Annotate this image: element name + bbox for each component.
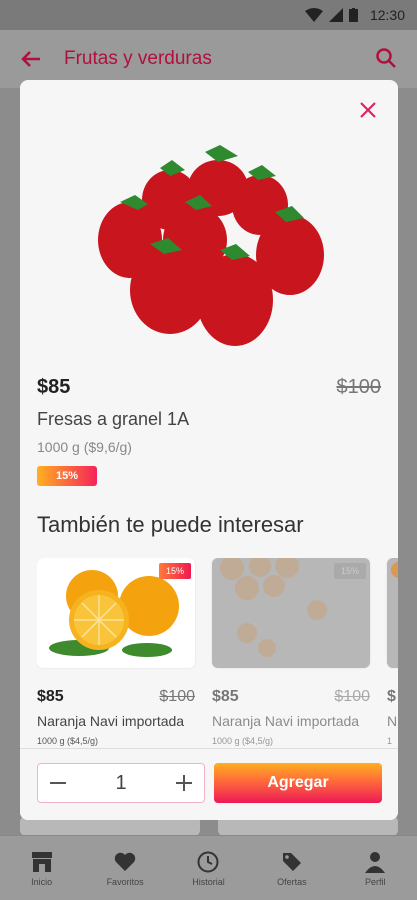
price-row: $ — [387, 688, 398, 706]
minus-icon — [50, 782, 66, 784]
discount-badge: 15% — [37, 466, 97, 486]
discount-badge: 15% — [334, 563, 366, 579]
wifi-icon — [304, 8, 323, 22]
current-price: $ — [387, 688, 396, 705]
nav-label: Inicio — [31, 876, 53, 887]
nav-item-historial[interactable]: Historial — [173, 850, 243, 887]
nav-item-perfil[interactable]: Perfil — [340, 850, 410, 887]
product-name: Naranja Navi importada — [37, 713, 185, 729]
nav-label: Favoritos — [106, 876, 144, 887]
nav-item-favoritos[interactable]: Favoritos — [90, 850, 160, 887]
plus-icon — [176, 775, 192, 791]
decrease-button[interactable] — [48, 773, 68, 793]
add-to-cart-button[interactable]: Agregar — [214, 763, 382, 803]
original-price: $100 — [334, 688, 370, 705]
price-row: $85 $100 — [212, 688, 370, 706]
back-arrow-icon[interactable] — [20, 48, 42, 70]
person-icon — [365, 851, 386, 873]
product-weight: 1 — [387, 736, 393, 746]
nav-item-ofertas[interactable]: Ofertas — [257, 850, 327, 887]
product-name: N — [387, 713, 398, 729]
page-title: Frutas y verduras — [64, 48, 212, 69]
tag-icon — [282, 852, 301, 871]
nav-label: Historial — [192, 876, 225, 887]
original-price: $100 — [336, 376, 382, 398]
discount-badge: 15% — [159, 563, 191, 579]
product-name: Fresas a granel 1A — [37, 409, 190, 429]
price-row: $85 $100 — [37, 688, 195, 706]
recommendation-card[interactable]: $ N 1 — [387, 558, 398, 746]
increase-button[interactable] — [174, 773, 194, 793]
recommendations-title: También te puede interesar — [37, 512, 304, 537]
product-image: 15% — [212, 558, 370, 668]
product-weight: 1000 g ($4,5/g) — [212, 736, 274, 746]
current-price: $85 — [212, 688, 239, 705]
price-row: $85 $100 — [37, 376, 381, 399]
recommendations-carousel[interactable]: 15% $85 $100 Naranja Navi importada 1000… — [37, 558, 398, 748]
orange-illustration — [391, 562, 398, 578]
store-icon — [31, 851, 52, 872]
battery-icon — [348, 8, 358, 22]
strawberry-image — [98, 145, 324, 346]
heart-icon — [114, 852, 136, 871]
product-detail-modal: $85 $100 Fresas a granel 1A 1000 g ($9,6… — [20, 80, 398, 820]
product-image — [387, 558, 398, 668]
recommendation-card[interactable]: 15% $85 $100 Naranja Navi importada 1000… — [212, 558, 370, 746]
product-name: Naranja Navi importada — [212, 713, 360, 729]
orange-image: 15% — [37, 558, 195, 668]
status-time: 12:30 — [369, 7, 405, 23]
recommendation-card[interactable]: 15% $85 $100 Naranja Navi importada 1000… — [37, 558, 195, 746]
close-icon[interactable] — [358, 100, 378, 120]
current-price: $85 — [37, 688, 64, 705]
clock-icon — [197, 851, 219, 872]
nav-label: Perfil — [364, 876, 386, 887]
nav-label: Ofertas — [277, 876, 307, 887]
modal-footer: 1 Agregar — [20, 748, 398, 820]
search-icon[interactable] — [375, 47, 397, 69]
nav-item-inicio[interactable]: Inicio — [7, 850, 77, 887]
original-price: $100 — [159, 688, 195, 705]
status-bar: 12:30 — [0, 0, 417, 30]
signal-icon — [328, 8, 343, 22]
product-weight: 1000 g ($4,5/g) — [37, 736, 99, 746]
quantity-stepper[interactable]: 1 — [37, 763, 205, 803]
product-weight: 1000 g ($9,6/g) — [37, 439, 132, 455]
quantity-value: 1 — [115, 771, 127, 794]
current-price: $85 — [37, 376, 71, 398]
bottom-navigation: Inicio Favoritos Historial Ofertas Perfi… — [0, 835, 417, 900]
